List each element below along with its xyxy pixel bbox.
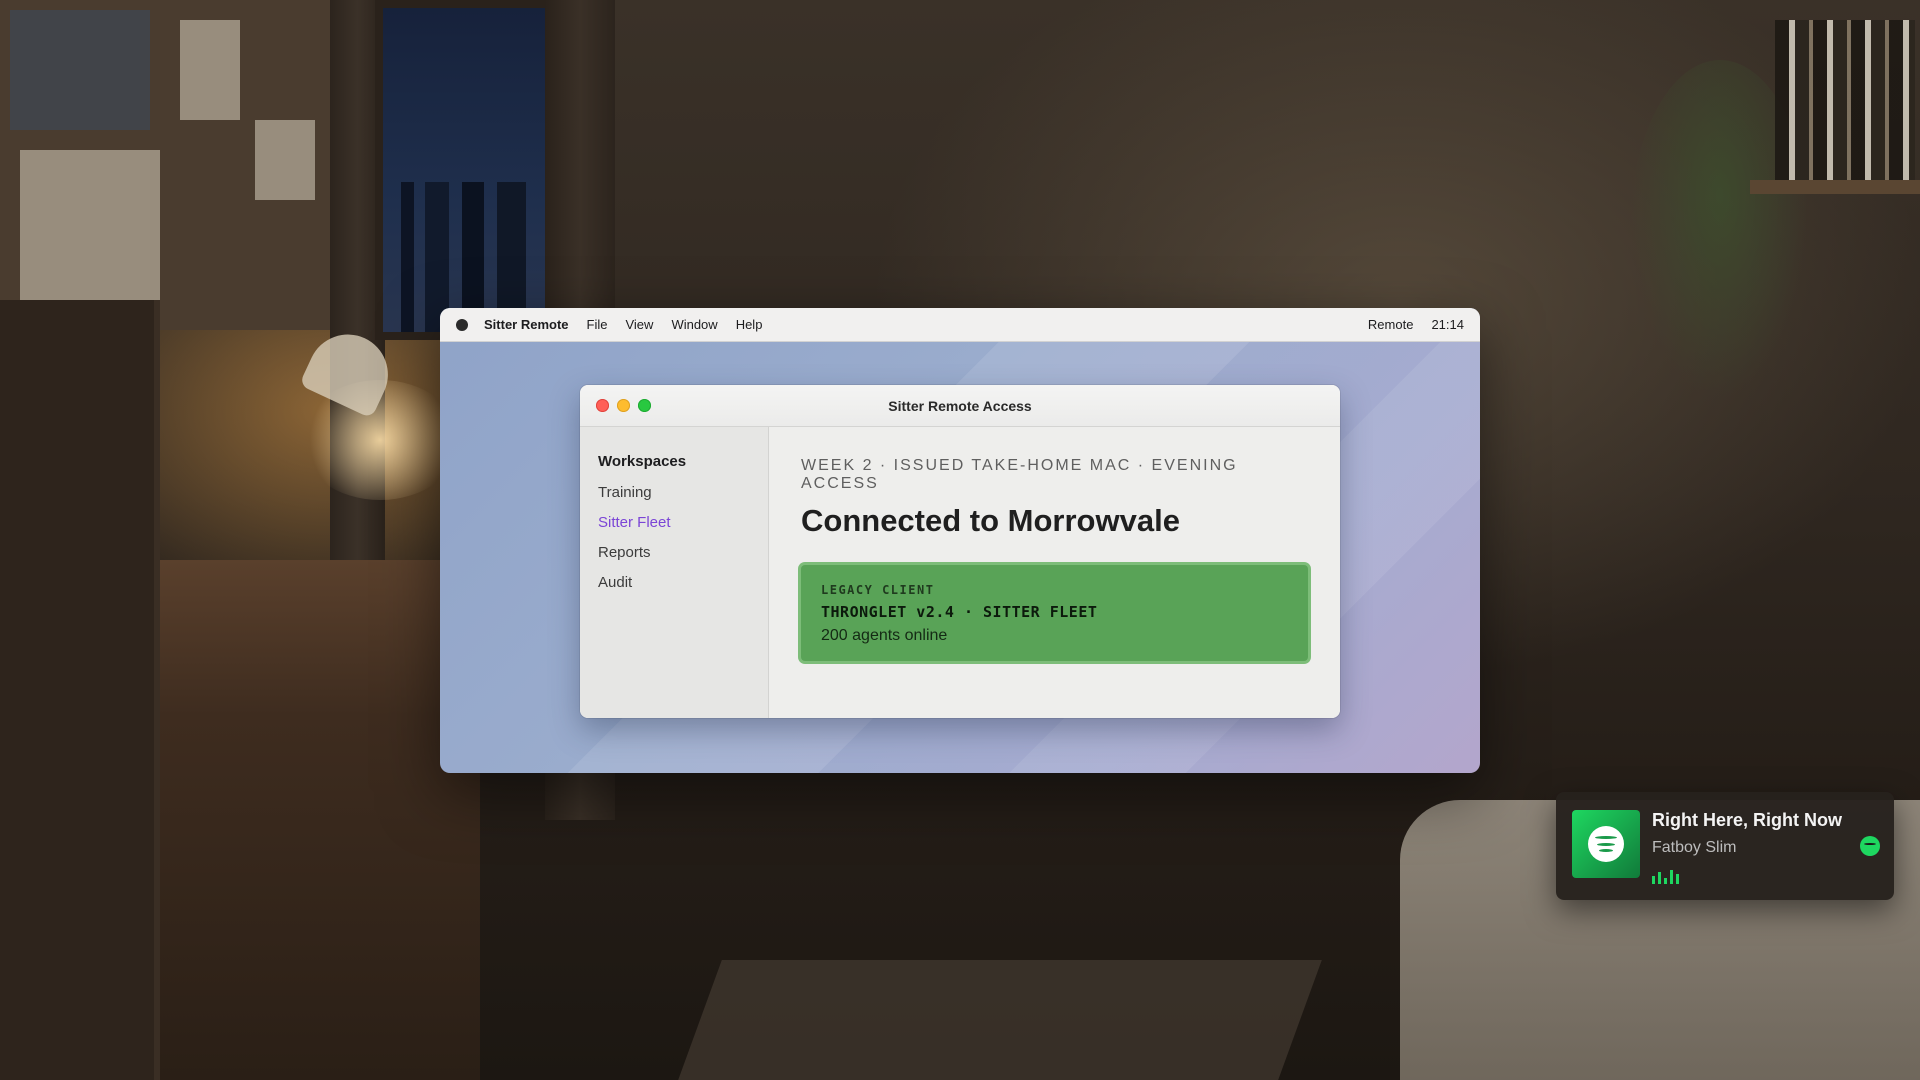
sidebar-item-reports[interactable]: Reports [598, 544, 750, 561]
sidebar-item-training[interactable]: Training [598, 484, 750, 501]
spotify-icon [1588, 826, 1624, 862]
sidebar-item-sitter-fleet[interactable]: Sitter Fleet [598, 514, 750, 531]
title-bar[interactable]: Sitter Remote Access [580, 385, 1340, 427]
card-client: THRONGLET v2.4 · SITTER FLEET [821, 603, 1098, 621]
status-card: LEGACY CLIENT THRONGLET v2.4 · SITTER FL… [801, 565, 1308, 661]
corkboard [0, 0, 330, 330]
rug [678, 960, 1322, 1080]
track-title: Right Here, Right Now [1652, 810, 1842, 830]
pinned-note [20, 150, 160, 320]
bookshelf [0, 300, 160, 1080]
track-artist: Fatboy Slim [1652, 839, 1737, 856]
menu-status-remote[interactable]: Remote [1368, 317, 1414, 332]
close-button[interactable] [596, 399, 609, 412]
album-cover [1572, 810, 1640, 878]
books [1775, 20, 1915, 185]
room-background: Sitter Remote File View Window Help Remo… [0, 0, 1920, 1080]
window-title: Sitter Remote Access [888, 397, 1032, 414]
apple-menu-icon[interactable] [456, 318, 468, 331]
equalizer-icon [1652, 870, 1679, 884]
window-view [375, 0, 555, 340]
pinned-photo [255, 120, 315, 200]
menu-help[interactable]: Help [736, 317, 763, 332]
sidebar-item-audit[interactable]: Audit [598, 574, 750, 591]
card-label: LEGACY CLIENT [821, 583, 935, 597]
menu-file[interactable]: File [587, 317, 608, 332]
menu-app-name[interactable]: Sitter Remote [484, 317, 569, 332]
page-title: Connected to Morrowvale [801, 503, 1180, 538]
menu-window[interactable]: Window [671, 317, 717, 332]
desk [160, 560, 480, 1080]
now-playing-widget[interactable]: Right Here, Right Now Fatboy Slim [1556, 792, 1894, 900]
sidebar-heading: Workspaces [598, 453, 687, 470]
menu-view[interactable]: View [625, 317, 653, 332]
app-window: Sitter Remote Access Workspaces Training… [580, 385, 1340, 718]
pinned-note [180, 20, 240, 120]
remote-desktop-frame: Sitter Remote File View Window Help Remo… [440, 308, 1480, 773]
minimize-button[interactable] [617, 399, 630, 412]
menu-bar: Sitter Remote File View Window Help Remo… [440, 308, 1480, 342]
spotify-icon[interactable] [1860, 836, 1880, 856]
card-status: 200 agents online [821, 627, 948, 644]
wall-shelf [1750, 180, 1920, 194]
eyebrow-text: WEEK 2 · ISSUED TAKE-HOME MAC · EVENING … [801, 457, 1238, 492]
main-content: WEEK 2 · ISSUED TAKE-HOME MAC · EVENING … [769, 427, 1340, 718]
menu-clock[interactable]: 21:14 [1431, 317, 1464, 332]
pinned-photo [10, 10, 150, 130]
zoom-button[interactable] [638, 399, 651, 412]
sidebar: Workspaces Training Sitter Fleet Reports… [580, 427, 769, 718]
